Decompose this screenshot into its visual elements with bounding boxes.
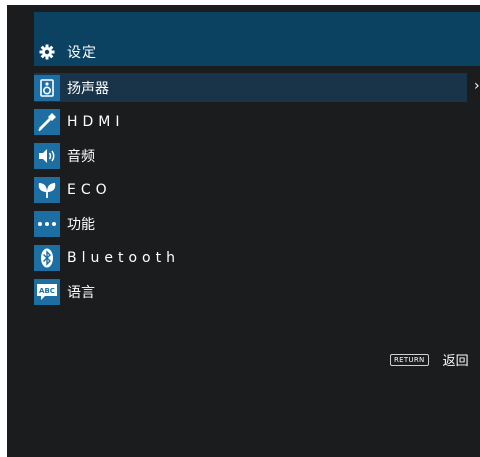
menu-item-language[interactable]: ABC 语言	[34, 277, 480, 311]
abc-icon: ABC	[34, 279, 60, 305]
menu-item-speaker[interactable]: 扬声器 ›	[34, 73, 480, 107]
menu-item-label: ECO	[67, 182, 112, 198]
settings-screen: 设定 扬声器 › HDMI 音频 ECO 功能 Bluetooth ABC 语言…	[7, 5, 480, 457]
menu-item-function[interactable]: 功能	[34, 209, 480, 243]
settings-menu: 扬声器 › HDMI 音频 ECO 功能 Bluetooth ABC 语言	[34, 73, 480, 311]
header-bar: 设定	[34, 12, 480, 66]
leaf-icon	[34, 177, 60, 203]
menu-item-label: Bluetooth	[67, 250, 180, 266]
menu-item-bluetooth[interactable]: Bluetooth	[34, 243, 480, 277]
menu-item-label: HDMI	[67, 114, 125, 130]
gear-icon	[39, 44, 55, 60]
dots-icon	[34, 211, 60, 237]
menu-item-hdmi[interactable]: HDMI	[34, 107, 480, 141]
volume-icon	[34, 143, 60, 169]
speaker-icon	[34, 75, 60, 101]
menu-item-audio[interactable]: 音频	[34, 141, 480, 175]
return-key-badge: RETURN	[390, 353, 429, 366]
return-hint[interactable]: RETURN 返回	[390, 350, 469, 369]
hdmi-plug-icon	[34, 109, 60, 135]
menu-item-label: 扬声器	[67, 81, 109, 97]
chevron-right-icon: ›	[474, 78, 480, 94]
menu-item-eco[interactable]: ECO	[34, 175, 480, 209]
page-title: 设定	[67, 45, 97, 61]
menu-item-label: 功能	[67, 217, 95, 233]
return-label: 返回	[442, 354, 469, 369]
menu-item-label: 音频	[67, 149, 95, 165]
menu-item-label: 语言	[67, 285, 95, 301]
svg-text:ABC: ABC	[39, 287, 55, 295]
bluetooth-icon	[34, 245, 60, 271]
